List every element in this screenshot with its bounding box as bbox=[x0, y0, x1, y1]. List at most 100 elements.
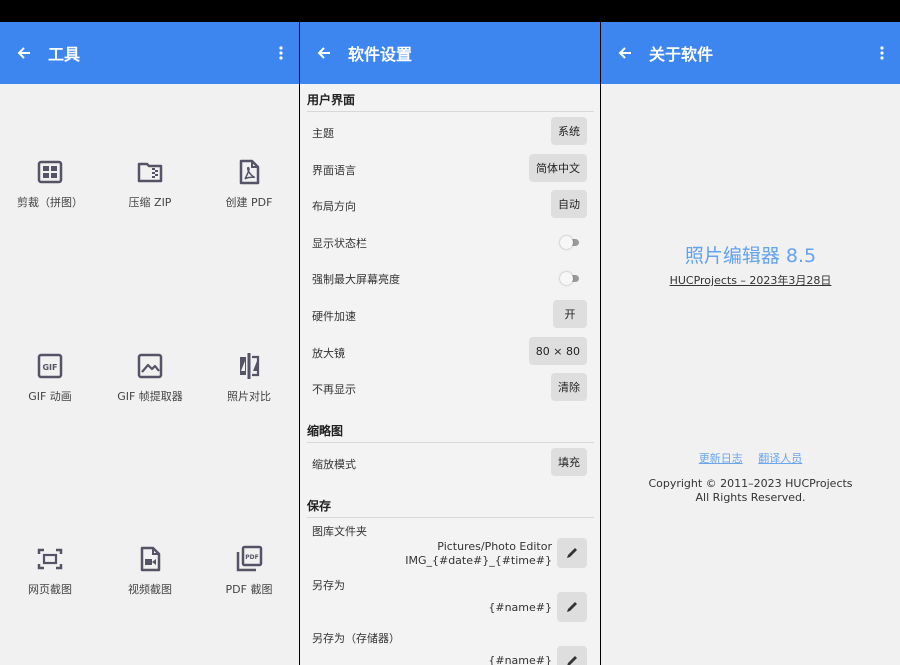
tool-gif-animation[interactable]: GIF GIF 动画 bbox=[0, 352, 100, 404]
grid-icon bbox=[37, 160, 63, 184]
image-icon bbox=[137, 353, 163, 379]
setting-label: 布局方向 bbox=[312, 200, 356, 213]
tool-photo-compare[interactable]: 照片对比 bbox=[199, 352, 299, 404]
status-bar bbox=[300, 0, 600, 22]
tool-label: GIF 动画 bbox=[28, 390, 72, 403]
save-as-storage-value: {#name#} bbox=[488, 654, 552, 665]
tool-label: PDF 截图 bbox=[225, 583, 273, 596]
setting-label: 另存为 bbox=[312, 579, 345, 592]
web-capture-icon bbox=[37, 548, 63, 570]
overflow-menu-button[interactable] bbox=[269, 39, 293, 67]
tool-label: 视频截图 bbox=[128, 583, 172, 596]
setting-label: 主题 bbox=[312, 127, 334, 140]
status-bar bbox=[0, 0, 299, 22]
back-button[interactable] bbox=[603, 22, 647, 84]
setting-max-brightness: 强制最大屏幕亮度 bbox=[312, 263, 587, 293]
setting-gallery-folder: 图库文件夹 Pictures/Photo Editor IMG_{#date#}… bbox=[312, 523, 587, 573]
page-title: 工具 bbox=[48, 45, 81, 64]
setting-label: 缩放模式 bbox=[312, 458, 356, 471]
back-button[interactable] bbox=[302, 22, 346, 84]
setting-magnifier: 放大镜 80 × 80 bbox=[312, 337, 587, 367]
setting-dont-show: 不再显示 清除 bbox=[312, 373, 587, 403]
page-title: 关于软件 bbox=[649, 45, 714, 64]
tool-video-capture[interactable]: 视频截图 bbox=[100, 545, 200, 597]
pdf-stack-icon: PDF bbox=[236, 545, 263, 572]
arrow-left-icon bbox=[618, 47, 631, 59]
tool-gif-frame-extractor[interactable]: GIF 帧提取器 bbox=[100, 352, 200, 404]
svg-text:PDF: PDF bbox=[245, 554, 258, 561]
about-screen: 关于软件 照片编辑器 8.5 HUCProjects – 2023年3月28日 … bbox=[601, 0, 900, 665]
app-bar: 关于软件 bbox=[601, 22, 900, 84]
setting-language: 界面语言 简体中文 bbox=[312, 154, 587, 184]
app-bar: 软件设置 bbox=[300, 22, 600, 84]
overflow-menu-button[interactable] bbox=[870, 39, 894, 67]
tool-label: 照片对比 bbox=[227, 390, 271, 403]
edit-save-as-storage-button[interactable] bbox=[557, 646, 587, 665]
pencil-icon bbox=[567, 602, 577, 612]
tool-create-pdf[interactable]: 创建 PDF bbox=[199, 158, 299, 210]
gallery-folder-value: Pictures/Photo Editor IMG_{#date#}_{#tim… bbox=[405, 540, 552, 568]
pencil-icon bbox=[567, 656, 577, 665]
tool-webpage-capture[interactable]: 网页截图 bbox=[0, 545, 100, 597]
setting-status-bar: 显示状态栏 bbox=[312, 227, 587, 257]
setting-label: 显示状态栏 bbox=[312, 237, 367, 250]
arrow-left-icon bbox=[317, 47, 330, 59]
zip-folder-icon bbox=[137, 162, 163, 183]
svg-text:GIF: GIF bbox=[42, 363, 57, 372]
setting-save-as: 另存为 {#name#} bbox=[312, 577, 587, 623]
pdf-file-icon bbox=[239, 159, 260, 185]
compare-icon bbox=[240, 353, 260, 379]
edit-save-as-button[interactable] bbox=[557, 592, 587, 622]
scale-mode-button[interactable]: 填充 bbox=[551, 448, 587, 476]
setting-save-as-storage: 另存为（存储器） {#name#} bbox=[312, 630, 587, 665]
hw-accel-button[interactable]: 开 bbox=[553, 300, 587, 328]
save-as-value: {#name#} bbox=[488, 601, 552, 614]
status-bar-toggle[interactable] bbox=[560, 235, 580, 249]
tool-label: 压缩 ZIP bbox=[128, 196, 172, 209]
setting-label: 界面语言 bbox=[312, 164, 356, 177]
page-title: 软件设置 bbox=[348, 45, 413, 64]
changelog-link[interactable]: 更新日志 bbox=[699, 452, 743, 465]
setting-hw-accel: 硬件加速 开 bbox=[312, 300, 587, 330]
copyright-line: Copyright © 2011–2023 HUCProjects bbox=[648, 477, 853, 490]
section-header-ui: 用户界面 bbox=[307, 91, 594, 112]
copyright-text: Copyright © 2011–2023 HUCProjects All Ri… bbox=[601, 477, 900, 505]
tool-label: 网页截图 bbox=[28, 583, 72, 596]
app-name: 照片编辑器 8.5 bbox=[684, 245, 817, 267]
toggle-thumb bbox=[560, 272, 573, 285]
setting-label: 强制最大屏幕亮度 bbox=[312, 273, 400, 286]
setting-label: 不再显示 bbox=[312, 383, 356, 396]
magnifier-button[interactable]: 80 × 80 bbox=[528, 337, 587, 365]
tool-pdf-capture[interactable]: PDF PDF 截图 bbox=[199, 545, 299, 597]
arrow-left-icon bbox=[17, 47, 30, 59]
gif-icon: GIF bbox=[37, 353, 63, 379]
app-bar: 工具 bbox=[0, 22, 299, 84]
gallery-file-pattern: IMG_{#date#}_{#time#} bbox=[405, 554, 552, 567]
tool-label: 剪裁（拼图） bbox=[17, 196, 83, 209]
more-vert-icon bbox=[279, 46, 283, 60]
toggle-thumb bbox=[560, 236, 573, 249]
about-links: 更新日志 翻译人员 bbox=[601, 450, 900, 466]
video-file-icon bbox=[140, 546, 161, 572]
edit-gallery-folder-button[interactable] bbox=[557, 538, 587, 568]
app-subtitle[interactable]: HUCProjects – 2023年3月28日 bbox=[601, 272, 900, 288]
tool-zip[interactable]: 压缩 ZIP bbox=[100, 158, 200, 210]
setting-label: 图库文件夹 bbox=[312, 525, 367, 538]
language-button[interactable]: 简体中文 bbox=[529, 154, 587, 182]
setting-scale-mode: 缩放模式 填充 bbox=[312, 448, 587, 478]
back-button[interactable] bbox=[2, 22, 46, 84]
developer-link[interactable]: HUCProjects – 2023年3月28日 bbox=[670, 274, 832, 287]
theme-button[interactable]: 系统 bbox=[551, 117, 587, 145]
section-header-thumbnail: 缩略图 bbox=[307, 422, 594, 443]
tool-crop-collage[interactable]: 剪裁（拼图） bbox=[0, 158, 100, 210]
clear-button[interactable]: 清除 bbox=[551, 373, 587, 401]
layout-direction-button[interactable]: 自动 bbox=[551, 190, 587, 218]
more-vert-icon bbox=[880, 46, 884, 60]
setting-label: 另存为（存储器） bbox=[312, 632, 400, 645]
max-brightness-toggle[interactable] bbox=[560, 271, 580, 285]
setting-label: 硬件加速 bbox=[312, 310, 356, 323]
tool-label: GIF 帧提取器 bbox=[117, 390, 183, 403]
tool-label: 创建 PDF bbox=[225, 196, 273, 209]
translators-link[interactable]: 翻译人员 bbox=[758, 452, 802, 465]
tools-screen: 工具 剪裁（拼图） 压缩 ZIP 创建 PDF GIF GIF 动画 GIF 帧… bbox=[0, 0, 299, 665]
